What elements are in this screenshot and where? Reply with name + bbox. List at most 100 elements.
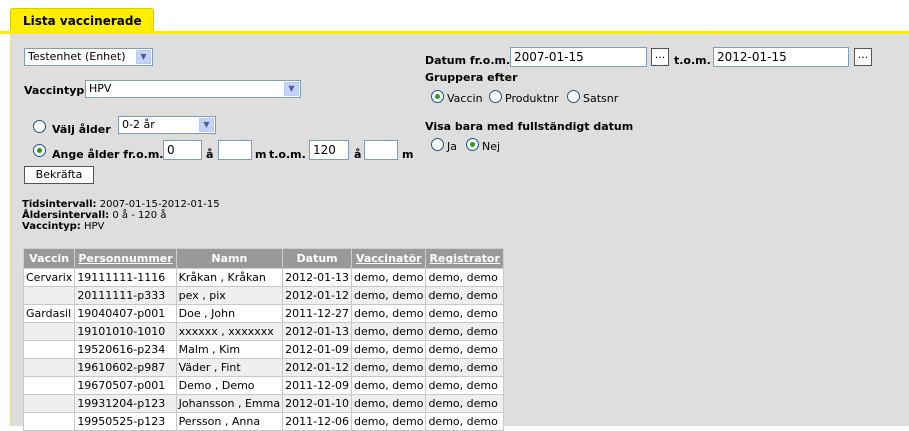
cell-datum: 2011-12-09 bbox=[282, 376, 353, 395]
date-from-input[interactable]: 2007-01-15 bbox=[510, 47, 647, 67]
table-row[interactable]: 20111111-p333 pex , pix 2012-01-12 demo, de… bbox=[22, 286, 504, 305]
cell-registrator: demo, demo bbox=[425, 412, 504, 431]
age-to-months-input[interactable] bbox=[364, 140, 398, 160]
col-vaccinator[interactable]: Vaccinatör bbox=[351, 248, 427, 269]
table-header-row: Vaccin Personnummer Namn Datum Vaccinatö… bbox=[22, 248, 504, 269]
chevron-down-icon: ▼ bbox=[199, 118, 214, 132]
date-to-picker-button[interactable]: ... bbox=[854, 48, 872, 66]
cell-namn: Demo , Demo bbox=[175, 376, 284, 395]
vaccintyp-label: Vaccintyp bbox=[24, 84, 85, 97]
unit-m-label: m bbox=[255, 148, 267, 161]
group-satsnr-label: Satsnr bbox=[583, 92, 619, 105]
radio-group-satsnr[interactable] bbox=[567, 90, 580, 103]
col-vaccin: Vaccin bbox=[22, 248, 76, 269]
table-row[interactable]: 19670507-p001 Demo , Demo 2011-12-09 demo, … bbox=[22, 376, 504, 395]
col-registrator[interactable]: Registrator bbox=[425, 248, 504, 269]
cell-registrator: demo, demo bbox=[425, 322, 504, 341]
cell-personnummer: 19111111-1116 bbox=[74, 268, 177, 287]
col-namn: Namn bbox=[175, 248, 284, 269]
unit-select-value: Testenhet (Enhet) bbox=[28, 50, 126, 63]
table-row[interactable]: 19520616-p234 Malm , Kim 2012-01-09 demo, d… bbox=[22, 340, 504, 359]
cell-registrator: demo, demo bbox=[425, 286, 504, 305]
cell-vaccin bbox=[22, 286, 76, 305]
age-interval-value: 0 å - 120 å bbox=[112, 210, 167, 221]
cell-vaccin bbox=[22, 358, 76, 377]
valj-alder-label: Välj ålder bbox=[52, 123, 111, 136]
cell-namn: pex , pix bbox=[175, 286, 284, 305]
cell-datum: 2011-12-27 bbox=[282, 304, 353, 323]
table-row[interactable]: Gardasil 19040407-p001 Doe , John 2011-12-2… bbox=[22, 304, 504, 323]
radio-complete-ja[interactable] bbox=[431, 138, 444, 151]
cell-registrator: demo, demo bbox=[425, 340, 504, 359]
radio-ange-alder[interactable] bbox=[33, 144, 46, 157]
cell-vaccinator: demo, demo bbox=[351, 286, 427, 305]
cell-vaccinator: demo, demo bbox=[351, 376, 427, 395]
cell-personnummer: 19101010-1010 bbox=[74, 322, 177, 341]
cell-vaccinator: demo, demo bbox=[351, 358, 427, 377]
tab-lista-vaccinerade[interactable]: Lista vaccinerade bbox=[10, 8, 154, 32]
radio-valj-alder[interactable] bbox=[33, 120, 46, 133]
cell-vaccin: Gardasil bbox=[22, 304, 76, 323]
cell-registrator: demo, demo bbox=[425, 376, 504, 395]
table-row[interactable]: 19931204-p123 Johansson , Emma 2012-01-10 d… bbox=[22, 394, 504, 413]
cell-personnummer: 19670507-p001 bbox=[74, 376, 177, 395]
age-select[interactable]: 0-2 år ▼ bbox=[118, 116, 216, 134]
cell-personnummer: 19520616-p234 bbox=[74, 340, 177, 359]
cell-vaccinator: demo, demo bbox=[351, 412, 427, 431]
cell-vaccin bbox=[22, 322, 76, 341]
date-from-label: Datum fr.o.m. bbox=[425, 54, 511, 67]
cell-vaccin bbox=[22, 394, 76, 413]
table-row[interactable]: 19101010-1010 xxxxxx , xxxxxxx 2012-01-13 d… bbox=[22, 322, 504, 341]
date-from-picker-button[interactable]: ... bbox=[651, 48, 669, 66]
col-datum: Datum bbox=[282, 248, 353, 269]
cell-datum: 2012-01-12 bbox=[282, 358, 353, 377]
cell-vaccinator: demo, demo bbox=[351, 268, 427, 287]
cell-vaccin: Cervarix bbox=[22, 268, 76, 287]
radio-group-produktnr[interactable] bbox=[489, 90, 502, 103]
age-to-years-input[interactable]: 120 bbox=[309, 140, 349, 160]
cell-namn: Malm , Kim bbox=[175, 340, 284, 359]
cell-personnummer: 19950525-p123 bbox=[74, 412, 177, 431]
cell-datum: 2012-01-13 bbox=[282, 322, 353, 341]
cell-registrator: demo, demo bbox=[425, 394, 504, 413]
age-interval-label: Åldersintervall: bbox=[22, 210, 110, 221]
table-row[interactable]: Cervarix 19111111-1116 Kråkan , Kråkan 2012… bbox=[22, 268, 504, 287]
radio-group-vaccin[interactable] bbox=[431, 90, 444, 103]
cell-vaccinator: demo, demo bbox=[351, 340, 427, 359]
filter-panel: Testenhet (Enhet) ▼ Vaccintyp HPV ▼ Välj… bbox=[10, 34, 909, 431]
confirm-button[interactable]: Bekräfta bbox=[24, 166, 94, 184]
complete-date-label: Visa bara med fullständigt datum bbox=[425, 120, 634, 133]
vaccinated-table: Vaccin Personnummer Namn Datum Vaccinatö… bbox=[22, 248, 504, 431]
time-interval-label: Tidsintervall: bbox=[22, 199, 97, 210]
age-to-label: t.o.m. bbox=[269, 148, 306, 161]
cell-registrator: demo, demo bbox=[425, 268, 504, 287]
cell-personnummer: 20111111-p333 bbox=[74, 286, 177, 305]
unit-a-label: å bbox=[206, 148, 214, 161]
age-from-months-input[interactable] bbox=[218, 140, 252, 160]
table-row[interactable]: 19610602-p987 Väder , Fint 2012-01-12 demo,… bbox=[22, 358, 504, 377]
cell-registrator: demo, demo bbox=[425, 358, 504, 377]
vaccintyp-select[interactable]: HPV ▼ bbox=[85, 80, 301, 98]
table-row[interactable]: 19950525-p123 Persson , Anna 2011-12-06 dem… bbox=[22, 412, 504, 431]
unit-select[interactable]: Testenhet (Enhet) ▼ bbox=[24, 48, 153, 66]
age-from-years-input[interactable]: 0 bbox=[163, 140, 202, 160]
chevron-down-icon: ▼ bbox=[136, 50, 151, 64]
ange-alder-label: Ange ålder fr.o.m. bbox=[52, 148, 164, 161]
cell-namn: Väder , Fint bbox=[175, 358, 284, 377]
cell-namn: Doe , John bbox=[175, 304, 284, 323]
cell-personnummer: 19931204-p123 bbox=[74, 394, 177, 413]
cell-namn: xxxxxx , xxxxxxx bbox=[175, 322, 284, 341]
cell-datum: 2012-01-13 bbox=[282, 268, 353, 287]
vaccine-type-label: Vaccintyp: bbox=[22, 221, 81, 232]
cell-personnummer: 19040407-p001 bbox=[74, 304, 177, 323]
cell-datum: 2012-01-10 bbox=[282, 394, 353, 413]
vaccintyp-select-value: HPV bbox=[89, 82, 112, 95]
cell-vaccin bbox=[22, 412, 76, 431]
date-to-input[interactable]: 2012-01-15 bbox=[713, 47, 849, 67]
col-personnummer[interactable]: Personnummer bbox=[74, 248, 177, 269]
radio-complete-nej[interactable] bbox=[466, 138, 479, 151]
cell-vaccin bbox=[22, 340, 76, 359]
cell-datum: 2012-01-12 bbox=[282, 286, 353, 305]
cell-vaccinator: demo, demo bbox=[351, 322, 427, 341]
tab-bar: Lista vaccinerade bbox=[0, 0, 909, 34]
